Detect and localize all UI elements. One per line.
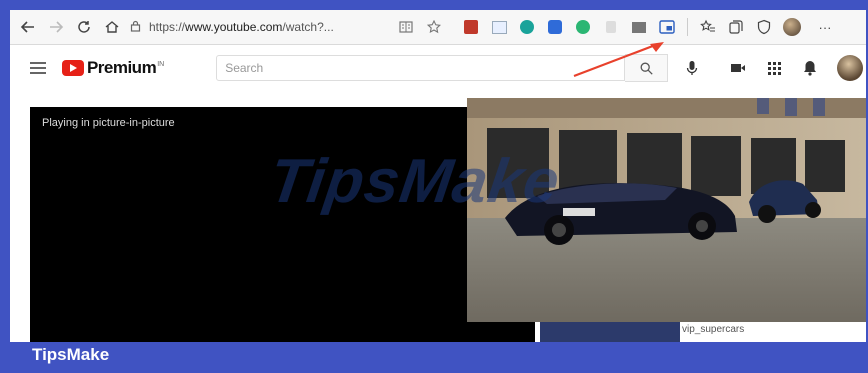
lock-icon — [130, 20, 141, 35]
notifications-bell-icon[interactable] — [794, 52, 826, 84]
related-video-channel[interactable]: vip_supercars — [682, 324, 744, 335]
apps-grid-icon[interactable] — [758, 52, 790, 84]
toolbar-separator — [687, 18, 688, 36]
extension-dark-icon[interactable] — [628, 16, 650, 38]
favorites-icon[interactable] — [697, 16, 719, 38]
microphone-icon[interactable] — [676, 52, 708, 84]
account-avatar[interactable] — [834, 52, 866, 84]
back-icon[interactable] — [14, 13, 42, 41]
pip-status-text: Playing in picture-in-picture — [42, 117, 175, 129]
hamburger-menu-icon[interactable] — [22, 52, 54, 84]
extension-green-icon[interactable] — [572, 16, 594, 38]
tipsmake-brand: TipsMake — [32, 345, 110, 364]
extension-image-icon[interactable] — [488, 16, 510, 38]
url-scheme: https:// — [149, 20, 186, 34]
url-host: www.youtube.com — [185, 20, 283, 34]
address-bar[interactable]: https://www.youtube.com/watch?... — [130, 15, 392, 39]
extension-red-icon[interactable] — [460, 16, 482, 38]
refresh-icon[interactable] — [70, 13, 98, 41]
browser-window: https://www.youtube.com/watch?... ··· Pr… — [10, 10, 866, 342]
related-video-thumbnail[interactable] — [540, 322, 680, 342]
profile-avatar-icon[interactable] — [781, 16, 803, 38]
home-icon[interactable] — [98, 13, 126, 41]
pointer-arrow — [573, 42, 664, 78]
reader-view-icon[interactable] — [395, 16, 417, 38]
url-path: /watch?... — [282, 20, 334, 34]
browser-essentials-icon[interactable] — [753, 16, 775, 38]
more-menu-icon[interactable]: ··· — [814, 16, 836, 38]
logo-country-code: IN — [157, 60, 165, 68]
extension-blue-icon[interactable] — [544, 16, 566, 38]
forward-icon[interactable] — [42, 13, 70, 41]
logo-text: Premium — [86, 58, 157, 77]
search-input[interactable]: Search — [216, 55, 626, 81]
watch-page: Playing in picture-in-picture vip_superc… — [10, 91, 866, 342]
create-video-icon[interactable] — [722, 52, 754, 84]
browser-toolbar: https://www.youtube.com/watch?... ··· — [10, 10, 866, 45]
search-placeholder: Search — [225, 61, 264, 75]
youtube-play-icon — [61, 60, 84, 76]
tipsmake-watermark: TipsMake — [265, 147, 565, 216]
video-player[interactable]: Playing in picture-in-picture — [30, 107, 535, 342]
extension-teal-icon[interactable] — [516, 16, 538, 38]
picture-in-picture-icon[interactable] — [656, 16, 678, 38]
youtube-header: Premium IN Search — [10, 45, 866, 91]
youtube-premium-logo[interactable]: Premium IN — [61, 58, 165, 78]
collections-icon[interactable] — [725, 16, 747, 38]
extension-gray-icon[interactable] — [600, 16, 622, 38]
add-favorite-icon[interactable] — [423, 16, 445, 38]
